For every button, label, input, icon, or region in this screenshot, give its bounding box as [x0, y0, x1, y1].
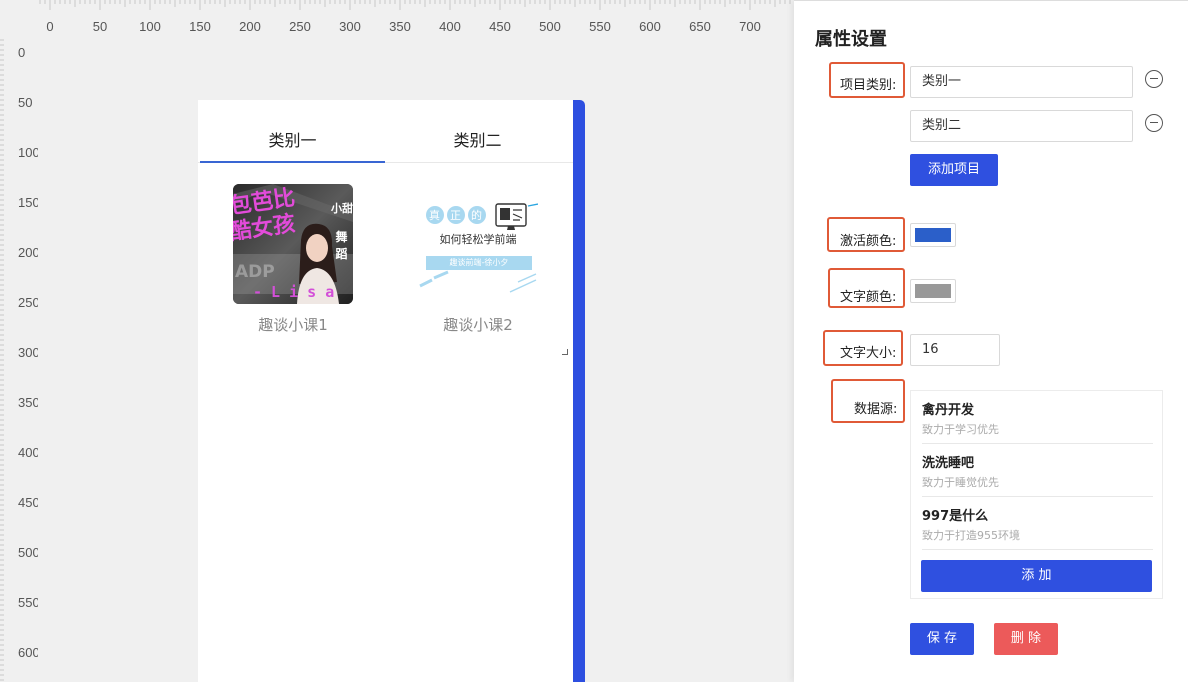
editor-app: 0 50 100 150 200 250 300 350 400 450 500 550 600 650 7…: [0, 0, 1188, 682]
category-input-1[interactable]: 类别一: [910, 66, 1133, 98]
delete-button[interactable]: 删 除: [994, 623, 1058, 655]
panel-title: 属性设置: [815, 29, 887, 50]
datasource-item-name: 997是什么: [922, 509, 989, 524]
save-button[interactable]: 保 存: [910, 623, 974, 655]
datasource-item-3[interactable]: 997是什么 致力于打造955环境: [922, 497, 1153, 550]
ruler-x-label: 100: [139, 19, 161, 34]
ruler-x-label: 450: [489, 19, 511, 34]
course-thumbnail-2: 真 正 的 如何轻松学前端 趣谈前端-徐小夕: [418, 184, 538, 304]
course-card-2[interactable]: 真 正 的 如何轻松学前端 趣谈前端-徐小夕 趣谈小课2: [408, 184, 548, 335]
active-color-picker[interactable]: [910, 223, 956, 247]
active-color-swatch: [915, 228, 951, 242]
ruler-y-label: 600: [18, 645, 38, 660]
device-scrollbar[interactable]: [573, 100, 585, 682]
ruler-y-label: 100: [18, 145, 38, 160]
text-color-label: 文字颜色:: [840, 290, 897, 305]
ruler-x-label: 350: [389, 19, 411, 34]
ruler-vertical-ticks: 0 50 100 150 200 250 300 350 400 450 500 550 600: [0, 39, 40, 681]
ruler-x-label: 600: [639, 19, 661, 34]
thumb-text-4: 舞蹈: [335, 230, 348, 261]
text-color-picker[interactable]: [910, 279, 956, 303]
ruler-y-label: 400: [18, 445, 38, 460]
course-title-2: 趣谈小课2: [443, 316, 513, 334]
thumb-main-text: 如何轻松学前端: [439, 233, 517, 246]
datasource-item-desc: 致力于学习优先: [922, 423, 999, 436]
ruler-x-label: 0: [46, 19, 53, 34]
thumb-text-6: ADP: [235, 262, 275, 282]
remove-category-2-icon[interactable]: [1145, 114, 1163, 132]
ruler-y-label: 50: [18, 95, 32, 110]
ruler-x-label: 200: [239, 19, 261, 34]
thumb-text-3: 小甜: [331, 202, 353, 215]
ruler-y-label: 150: [18, 195, 38, 210]
datasource-item-name: 禽丹开发: [922, 403, 975, 418]
ruler-y-label: 450: [18, 495, 38, 510]
datasource-item-1[interactable]: 禽丹开发 致力于学习优先: [922, 391, 1153, 444]
datasource-list: 禽丹开发 致力于学习优先 洗洗睡吧 致力于睡觉优先 997是什么 致力于打造95…: [910, 390, 1163, 599]
ruler-horizontal-ticks: 0 50 100 150 200 250 300 350 400 450 500 550 600 650 7…: [0, 0, 791, 34]
font-size-input[interactable]: 16: [910, 334, 1000, 366]
ruler-horizontal: 0 50 100 150 200 250 300 350 400 450 500 550 600 650 7…: [0, 0, 794, 38]
text-color-swatch: [915, 284, 951, 298]
active-color-label: 激活颜色:: [840, 234, 897, 249]
course-title-1: 趣谈小课1: [258, 316, 328, 334]
resize-handle[interactable]: [562, 349, 568, 355]
ruler-x-label: 550: [589, 19, 611, 34]
remove-category-1-icon[interactable]: [1145, 70, 1163, 88]
ruler-x-label: 250: [289, 19, 311, 34]
category-label: 项目类别:: [840, 78, 897, 93]
ruler-y-label: 350: [18, 395, 38, 410]
datasource-label: 数据源:: [854, 402, 898, 417]
ruler-x-label: 300: [339, 19, 361, 34]
datasource-item-name: 洗洗睡吧: [922, 456, 975, 471]
course-thumbnail-1: 包芭比 酷女孩 小甜 舞蹈 ADP - L i s a: [233, 184, 353, 304]
ruler-x-label: 150: [189, 19, 211, 34]
thumb-tag-text: 趣谈前端-徐小夕: [449, 258, 509, 267]
ruler-vertical: 0 50 100 150 200 250 300 350 400 450 500 550 600: [0, 0, 40, 682]
add-datasource-button[interactable]: 添 加: [921, 560, 1152, 592]
ruler-x-label: 400: [439, 19, 461, 34]
course-card-1[interactable]: 包芭比 酷女孩 小甜 舞蹈 ADP - L i s a 趣谈小课1: [223, 184, 363, 335]
thumb-bubble-3: 的: [471, 209, 482, 222]
thumb-text-5: - L i s a: [253, 283, 335, 301]
datasource-item-2[interactable]: 洗洗睡吧 致力于睡觉优先: [922, 444, 1153, 497]
device-preview[interactable]: 类别一 类别二 包芭比 酷女孩 小甜 舞蹈 ADP - L i s a 趣谈小课…: [198, 100, 573, 682]
datasource-item-desc: 致力于打造955环境: [922, 529, 1020, 542]
ruler-x-label: 650: [689, 19, 711, 34]
thumb-bubble-2: 正: [450, 209, 461, 222]
ruler-x-label: 50: [93, 19, 107, 34]
ruler-y-label: 0: [18, 45, 25, 60]
canvas-area: 0 50 100 150 200 250 300 350 400 450 500 550 600 650 7…: [0, 0, 794, 682]
ruler-y-label: 500: [18, 545, 38, 560]
properties-panel: 属性设置 项目类别: 类别一 类别二 添加项目 激活颜色: 文字颜色: 文字大小…: [794, 0, 1188, 682]
add-item-button[interactable]: 添加项目: [910, 154, 998, 186]
tab-category-2[interactable]: 类别二: [385, 122, 570, 163]
font-size-label: 文字大小:: [840, 346, 897, 361]
ruler-y-label: 300: [18, 345, 38, 360]
ruler-x-label: 700: [739, 19, 761, 34]
ruler-x-label: 500: [539, 19, 561, 34]
category-input-2[interactable]: 类别二: [910, 110, 1133, 142]
tab-category-1[interactable]: 类别一: [200, 122, 385, 163]
ruler-y-label: 250: [18, 295, 38, 310]
ruler-y-label: 200: [18, 245, 38, 260]
datasource-item-desc: 致力于睡觉优先: [922, 476, 999, 489]
tab-bar: 类别一 类别二: [198, 122, 573, 163]
thumb-bubble-1: 真: [429, 209, 440, 222]
ruler-y-label: 550: [18, 595, 38, 610]
